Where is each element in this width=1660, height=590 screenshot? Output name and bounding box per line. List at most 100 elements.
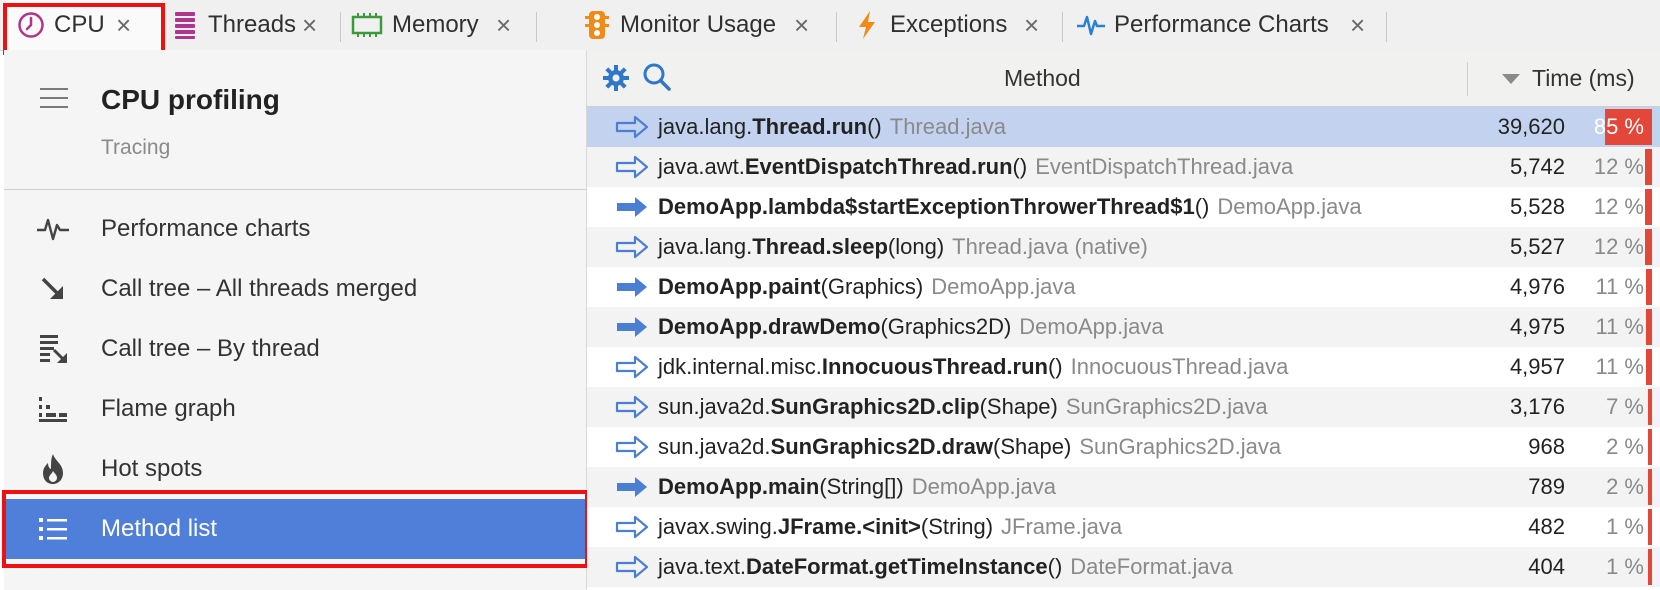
filled-arrow-icon (615, 315, 649, 339)
time-value: 5,527 (1509, 234, 1565, 259)
tab-separator (536, 12, 537, 42)
search-icon[interactable] (642, 62, 672, 97)
time-value: 482 (1528, 514, 1565, 539)
table-row[interactable]: jdk.internal.misc.InnocuousThread.run() I… (587, 347, 1660, 387)
time-value: 968 (1528, 434, 1565, 459)
tab-monitor-usage[interactable]: Monitor Usage × (582, 0, 812, 50)
sidebar-item-label: Performance charts (101, 215, 311, 242)
percent-value: 11 % (1595, 354, 1644, 379)
method-package: java.awt. (658, 154, 745, 179)
method-package: java.text. (658, 554, 747, 579)
table-row[interactable]: java.awt.EventDispatchThread.run() EventD… (587, 147, 1660, 187)
method-class-method: SunGraphics2D.clip (770, 394, 980, 419)
time-value: 404 (1528, 554, 1565, 579)
table-row[interactable]: DemoApp.paint(Graphics) DemoApp.java 4,976… (587, 267, 1660, 307)
method-params: (Graphics) (820, 274, 924, 299)
filled-arrow-icon (615, 195, 649, 219)
close-icon[interactable]: × (496, 10, 511, 41)
time-value: 5,742 (1509, 154, 1565, 179)
method-class-method: Thread.sleep (752, 234, 888, 259)
table-row[interactable]: DemoApp.main(String[]) DemoApp.java 789 2 % (587, 467, 1660, 507)
table-row[interactable]: java.lang.Thread.run() Thread.java 39,620 8… (587, 107, 1660, 147)
sidebar-item-label: Call tree – All threads merged (101, 275, 418, 302)
method-file: DemoApp.java (1019, 314, 1164, 339)
tab-threads[interactable]: Threads × (166, 0, 336, 50)
sidebar-item-label: Call tree – By thread (101, 335, 320, 362)
close-icon[interactable]: × (794, 10, 809, 41)
tab-exceptions[interactable]: Exceptions × (852, 0, 1052, 50)
method-params: (Shape) (979, 394, 1058, 419)
tab-performance-charts[interactable]: Performance Charts × (1076, 0, 1376, 50)
close-icon[interactable]: × (1350, 10, 1365, 41)
sidebar-item-hot-spots[interactable]: Hot spots (4, 439, 586, 499)
method-class-method: JFrame.<init> (777, 514, 921, 539)
table-row[interactable]: java.lang.Thread.sleep(long) Thread.java … (587, 227, 1660, 267)
method-list-panel: Method Time (ms) java.lang.Thread.run() T… (587, 50, 1660, 590)
method-name: jdk.internal.misc.InnocuousThread.run() I… (658, 354, 1288, 380)
close-icon[interactable]: × (302, 10, 317, 41)
tab-memory[interactable]: Memory × (350, 0, 530, 50)
tab-separator (1386, 12, 1387, 42)
sort-descending-icon (1502, 73, 1520, 84)
percent-value: 11 % (1595, 274, 1644, 299)
table-row[interactable]: DemoApp.lambda$startExceptionThrowerThre… (587, 187, 1660, 227)
column-separator[interactable] (1467, 62, 1468, 96)
outline-arrow-icon (615, 435, 649, 459)
tab-bar: CPU × Threads × Memory × Monitor Usage ×… (0, 0, 1660, 55)
outline-arrow-icon (615, 235, 649, 259)
tab-label: Threads (208, 11, 297, 38)
sidebar-item-call-tree-by-thread[interactable]: Call tree – By thread (4, 319, 586, 379)
method-class-method: DemoApp.main (658, 474, 820, 499)
outline-arrow-icon (615, 555, 649, 579)
sidebar-subtitle: Tracing (101, 136, 171, 159)
table-row[interactable]: java.text.DateFormat.getTimeInstance() Da… (587, 547, 1660, 587)
column-header-time-label: Time (ms) (1532, 65, 1635, 91)
table-row[interactable]: sun.java2d.SunGraphics2D.clip(Shape) SunG… (587, 387, 1660, 427)
time-value: 3,176 (1509, 394, 1565, 419)
tab-label: Monitor Usage (620, 11, 777, 38)
method-file: DemoApp.java (911, 474, 1057, 499)
gear-icon[interactable] (602, 64, 630, 97)
method-package: java.lang. (658, 234, 753, 259)
close-icon[interactable]: × (1024, 10, 1039, 41)
hamburger-menu-icon[interactable] (40, 88, 68, 108)
tab-cpu[interactable]: CPU × (6, 0, 162, 50)
tab-separator (836, 12, 837, 42)
flame-icon (36, 452, 70, 486)
method-name: DemoApp.lambda$startExceptionThrowerThre… (658, 194, 1362, 220)
method-file: InnocuousThread.java (1070, 354, 1289, 379)
sidebar-item-method-list[interactable]: Method list (4, 499, 586, 559)
table-row[interactable]: javax.swing.JFrame.<init>(String) JFrame.… (587, 507, 1660, 547)
outline-arrow-icon (615, 155, 649, 179)
outline-arrow-icon (615, 395, 649, 419)
pulse-icon (36, 212, 70, 246)
sidebar-header: CPU profiling Tracing (4, 50, 586, 190)
outline-arrow-icon (615, 115, 649, 139)
sidebar-item-label: Hot spots (101, 455, 203, 482)
method-params: (Graphics2D) (880, 314, 1012, 339)
lightning-icon (852, 10, 882, 40)
call-tree-thread-icon (36, 332, 70, 366)
table-row[interactable]: sun.java2d.SunGraphics2D.draw(Shape) SunG… (587, 427, 1660, 467)
method-name: java.awt.EventDispatchThread.run() EventD… (658, 154, 1293, 180)
sidebar-item-call-tree-merged[interactable]: Call tree – All threads merged (4, 259, 586, 319)
close-icon[interactable]: × (116, 10, 131, 41)
time-value: 4,975 (1509, 314, 1565, 339)
table-row[interactable]: DemoApp.drawDemo(Graphics2D) DemoApp.java… (587, 307, 1660, 347)
method-params: () (1047, 354, 1063, 379)
column-header-method[interactable]: Method (1004, 65, 1081, 92)
time-value: 789 (1528, 474, 1565, 499)
method-package: sun.java2d. (658, 394, 771, 419)
column-header-time[interactable]: Time (ms) (1502, 65, 1635, 92)
percent-value: 7 % (1606, 394, 1644, 419)
sidebar-item-flame-graph[interactable]: Flame graph (4, 379, 586, 439)
time-value: 4,957 (1509, 354, 1565, 379)
method-name: sun.java2d.SunGraphics2D.draw(Shape) SunG… (658, 434, 1281, 460)
method-name: sun.java2d.SunGraphics2D.clip(Shape) SunG… (658, 394, 1268, 420)
percent-value: 1 % (1606, 554, 1644, 579)
method-class-method: EventDispatchThread.run (744, 154, 1013, 179)
sidebar-item-performance-charts[interactable]: Performance charts (4, 199, 586, 259)
traffic-light-icon (582, 10, 612, 40)
percent-value: 12 % (1593, 234, 1644, 259)
tab-label: CPU (54, 11, 105, 38)
